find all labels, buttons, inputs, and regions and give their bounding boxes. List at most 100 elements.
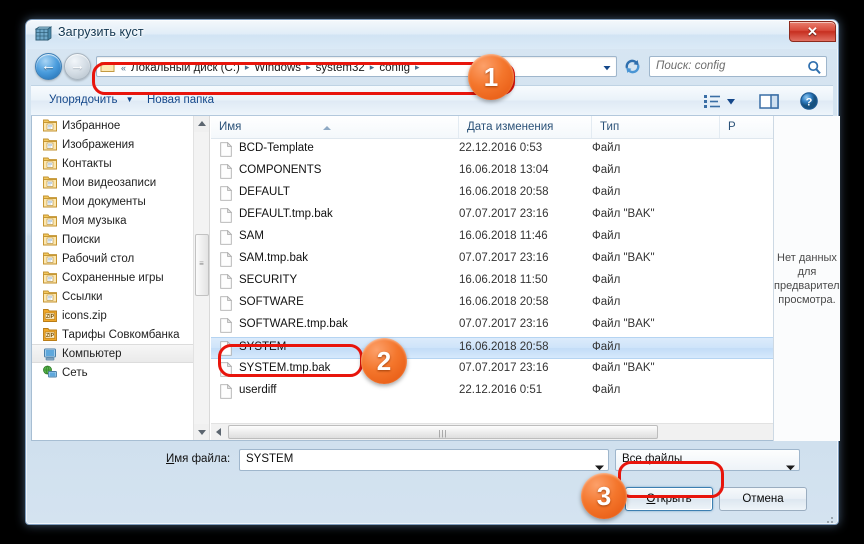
refresh-icon[interactable] [622,56,643,77]
file-icon [220,273,233,289]
resize-grip-icon[interactable] [823,512,835,524]
callout-number: 3 [596,481,612,511]
preview-pane-button[interactable] [757,91,781,111]
svg-text:ZIP: ZIP [46,314,55,320]
sidebar-item-6[interactable]: Поиски [32,230,209,249]
sidebar-item-7[interactable]: Рабочий стол [32,249,209,268]
sidebar-item-13[interactable]: Сеть [32,363,209,382]
folder-searches-icon [42,232,58,247]
file-icon [220,207,233,223]
file-type-filter-value: Все файлы [622,453,683,465]
registry-icon [34,26,53,43]
table-row[interactable]: SYSTEM.tmp.bak 07.07.2017 23:16 Файл "BAK" [211,359,832,381]
chevron-down-icon[interactable] [600,61,614,74]
load-hive-dialog: Загрузить куст ✕ ← → « Локальный диск (C… [25,19,840,525]
file-name-cell: SOFTWARE [239,296,304,308]
window-title: Загрузить куст [58,25,144,39]
folder-desktop-icon [42,251,58,266]
table-row[interactable]: COMPONENTS 16.06.2018 13:04 Файл [211,161,832,183]
sidebar-item-11[interactable]: ZIP Тарифы Совкомбанка [32,325,209,344]
organize-button[interactable]: Упорядочить ▼ [45,93,138,107]
file-name-input[interactable]: SYSTEM [239,449,609,471]
breadcrumb-overflow[interactable]: « [119,63,128,73]
file-type-cell: Файл "BAK" [592,362,655,374]
sidebar-item-8[interactable]: Сохраненные игры [32,268,209,287]
file-list-horizontal-scrollbar[interactable]: ||| [211,423,832,440]
chevron-down-icon[interactable] [594,458,605,471]
address-bar[interactable]: « Локальный диск (C:) ▸ Windows ▸ system… [96,56,617,77]
sort-ascending-icon [321,117,333,130]
breadcrumb-item-0[interactable]: Локальный диск (C:) [128,61,243,75]
table-row[interactable]: SOFTWARE 16.06.2018 20:58 Файл [211,293,832,315]
file-icon [220,383,233,399]
annotation-callout-3: 3 [581,473,627,519]
column-header-size[interactable]: Р [720,116,760,138]
search-input[interactable]: Поиск: config [649,56,827,77]
file-type-cell: Файл "BAK" [592,208,655,220]
sidebar-item-5[interactable]: Моя музыка [32,211,209,230]
search-icon[interactable] [807,60,822,80]
breadcrumb-separator-0[interactable]: ▸ [243,62,252,73]
breadcrumb-separator-1[interactable]: ▸ [304,62,313,73]
table-row[interactable]: SAM.tmp.bak 07.07.2017 23:16 Файл "BAK" [211,249,832,271]
sidebar-scroll-up-button[interactable] [194,116,209,132]
sidebar-item-12[interactable]: Компьютер [32,344,209,363]
help-icon[interactable]: ? [799,91,819,111]
table-row[interactable]: SYSTEM 16.06.2018 20:58 Файл [211,337,832,359]
column-header-type[interactable]: Тип [592,116,720,138]
new-folder-button[interactable]: Новая папка [143,93,218,107]
close-button[interactable]: ✕ [789,21,836,42]
sidebar-scrollbar[interactable]: ≡ [193,116,209,440]
sidebar-scroll-thumb[interactable]: ≡ [195,234,209,296]
sidebar-item-2[interactable]: Контакты [32,154,209,173]
back-arrow-icon: ← [41,57,56,74]
sidebar-item-label: Сеть [62,366,88,379]
table-row[interactable]: SOFTWARE.tmp.bak 07.07.2017 23:16 Файл "BA… [211,315,832,337]
file-scroll-left-button[interactable] [211,424,227,440]
folder-icon [100,60,115,73]
open-button[interactable]: Открыть [625,487,713,511]
folder-music-icon [42,213,58,228]
chevron-down-icon[interactable] [785,458,796,471]
sidebar-item-0[interactable]: Избранное [32,116,209,135]
column-header-name[interactable]: Имя [211,116,459,138]
breadcrumb-item-1[interactable]: Windows [251,61,304,75]
file-type-cell: Файл [592,230,621,242]
sidebar-item-1[interactable]: Изображения [32,135,209,154]
breadcrumb: « Локальный диск (C:) ▸ Windows ▸ system… [119,59,422,76]
table-row[interactable]: SAM 16.06.2018 11:46 Файл [211,227,832,249]
breadcrumb-separator-2[interactable]: ▸ [368,62,377,73]
file-hscroll-thumb[interactable]: ||| [228,425,658,439]
file-type-filter-dropdown[interactable]: Все файлы [615,449,800,471]
back-button[interactable]: ← [35,53,62,80]
navigation-pane: Избранное Изображения Контакты Мои видеозап… [32,116,210,440]
file-icon [220,229,233,245]
network-icon [42,365,58,380]
sidebar-item-4[interactable]: Мои документы [32,192,209,211]
search-placeholder: Поиск: config [656,60,726,72]
table-row[interactable]: DEFAULT 16.06.2018 20:58 Файл [211,183,832,205]
file-name-cell: DEFAULT.tmp.bak [239,208,333,220]
table-row[interactable]: userdiff 22.12.2016 0:51 Файл [211,381,832,403]
breadcrumb-separator-3[interactable]: ▸ [413,62,422,73]
title-bar: Загрузить куст ✕ [26,20,838,49]
breadcrumb-item-2[interactable]: system32 [313,61,368,75]
sidebar-item-9[interactable]: Ссылки [32,287,209,306]
file-type-cell: Файл [592,164,621,176]
sidebar-item-label: Моя музыка [62,214,127,227]
table-row[interactable]: BCD-Template 22.12.2016 0:53 Файл [211,139,832,161]
sidebar-scroll-down-button[interactable] [194,424,209,440]
cancel-button[interactable]: Отмена [719,487,807,511]
forward-button[interactable]: → [64,53,91,80]
folder-links-icon [42,289,58,304]
callout-number: 2 [376,346,392,376]
sidebar-item-label: Тарифы Совкомбанка [62,328,180,341]
column-header-date[interactable]: Дата изменения [459,116,592,138]
sidebar-item-3[interactable]: Мои видеозаписи [32,173,209,192]
table-row[interactable]: DEFAULT.tmp.bak 07.07.2017 23:16 Файл "BAK… [211,205,832,227]
view-mode-button[interactable] [702,91,740,111]
sidebar-item-10[interactable]: ZIP icons.zip [32,306,209,325]
table-row[interactable]: SECURITY 16.06.2018 11:50 Файл [211,271,832,293]
breadcrumb-item-3[interactable]: config [376,61,413,75]
sidebar-item-label: Мои видеозаписи [62,176,157,189]
